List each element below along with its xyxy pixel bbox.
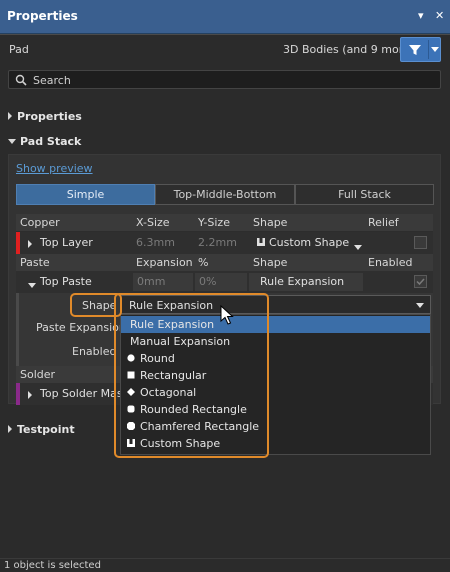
expand-icon: [8, 112, 12, 120]
column-header: Relief: [368, 216, 399, 229]
y-size-value[interactable]: 2.2mm: [198, 236, 237, 249]
expansion-value: 0mm: [137, 275, 166, 288]
tab-top-middle-bottom[interactable]: Top-Middle-Bottom: [155, 184, 295, 205]
show-preview-link[interactable]: Show preview: [16, 162, 93, 175]
column-header: Enabled: [368, 256, 413, 269]
section-label: Pad Stack: [20, 135, 82, 148]
search-icon: [15, 74, 27, 86]
status-bar: 1 object is selected: [0, 558, 450, 572]
status-text: 1 object is selected: [4, 560, 101, 571]
chevron-down-icon[interactable]: [431, 47, 439, 52]
tab-full-stack[interactable]: Full Stack: [295, 184, 434, 205]
paste-expansion-label: Paste Expansion: [36, 321, 126, 334]
column-header: X-Size: [136, 216, 170, 229]
layer-name: Top Paste: [40, 275, 92, 288]
chevron-down-icon[interactable]: [416, 303, 424, 308]
filter-button[interactable]: [400, 37, 441, 62]
paste-header: Paste Expansion % Shape Enabled: [16, 254, 433, 271]
column-header: Y-Size: [198, 216, 230, 229]
x-size-value[interactable]: 6.3mm: [136, 236, 175, 249]
column-header: Solder: [20, 368, 56, 381]
copper-header: Copper X-Size Y-Size Shape Relief: [16, 214, 433, 231]
collapse-icon: [8, 139, 16, 144]
column-header: Shape: [253, 216, 288, 229]
column-header: Expansion: [136, 256, 193, 269]
shape-value: Rule Expansion: [260, 275, 345, 288]
check-icon: [416, 278, 425, 286]
shape-value[interactable]: Custom Shape: [269, 236, 349, 249]
table-row[interactable]: Top Paste 0mm 0% Rule Expansion: [16, 271, 433, 293]
table-row[interactable]: Top Layer 6.3mm 2.2mm Custom Shape: [16, 232, 433, 254]
column-header: Copper: [20, 216, 60, 229]
highlight-dropdown: [114, 293, 269, 458]
panel-titlebar: Properties ▾ ✕: [0, 0, 450, 34]
column-header: Paste: [20, 256, 50, 269]
funnel-icon: [409, 45, 421, 55]
percent-value: 0%: [199, 275, 217, 288]
filter-summary: 3D Bodies (and 9 more): [283, 43, 415, 56]
layer-color-swatch: [16, 383, 20, 405]
panel-menu-icon[interactable]: ▾: [418, 9, 424, 22]
section-properties[interactable]: Properties: [8, 110, 82, 123]
divider: [428, 40, 429, 59]
section-pad-stack[interactable]: Pad Stack: [8, 135, 81, 148]
enabled-label: Enabled: [72, 345, 117, 358]
close-icon[interactable]: ✕: [435, 9, 444, 22]
search-field[interactable]: Search: [8, 70, 441, 89]
indent-bar: [16, 293, 19, 366]
divider: [0, 34, 450, 35]
section-label: Testpoint: [17, 423, 75, 436]
tab-simple[interactable]: Simple: [16, 184, 155, 205]
enabled-checkbox[interactable]: [414, 275, 427, 288]
object-type-label: Pad: [9, 43, 29, 56]
panel-title: Properties: [7, 9, 78, 23]
section-testpoint[interactable]: Testpoint: [8, 423, 75, 436]
layer-name: Top Layer: [40, 236, 93, 249]
section-label: Properties: [17, 110, 82, 123]
search-input[interactable]: Search: [33, 74, 71, 87]
column-header: %: [198, 256, 209, 269]
layer-color-swatch: [16, 232, 20, 254]
custom-shape-icon: [257, 238, 265, 246]
relief-checkbox[interactable]: [414, 236, 427, 249]
column-header: Shape: [253, 256, 288, 269]
expand-icon: [8, 425, 12, 433]
